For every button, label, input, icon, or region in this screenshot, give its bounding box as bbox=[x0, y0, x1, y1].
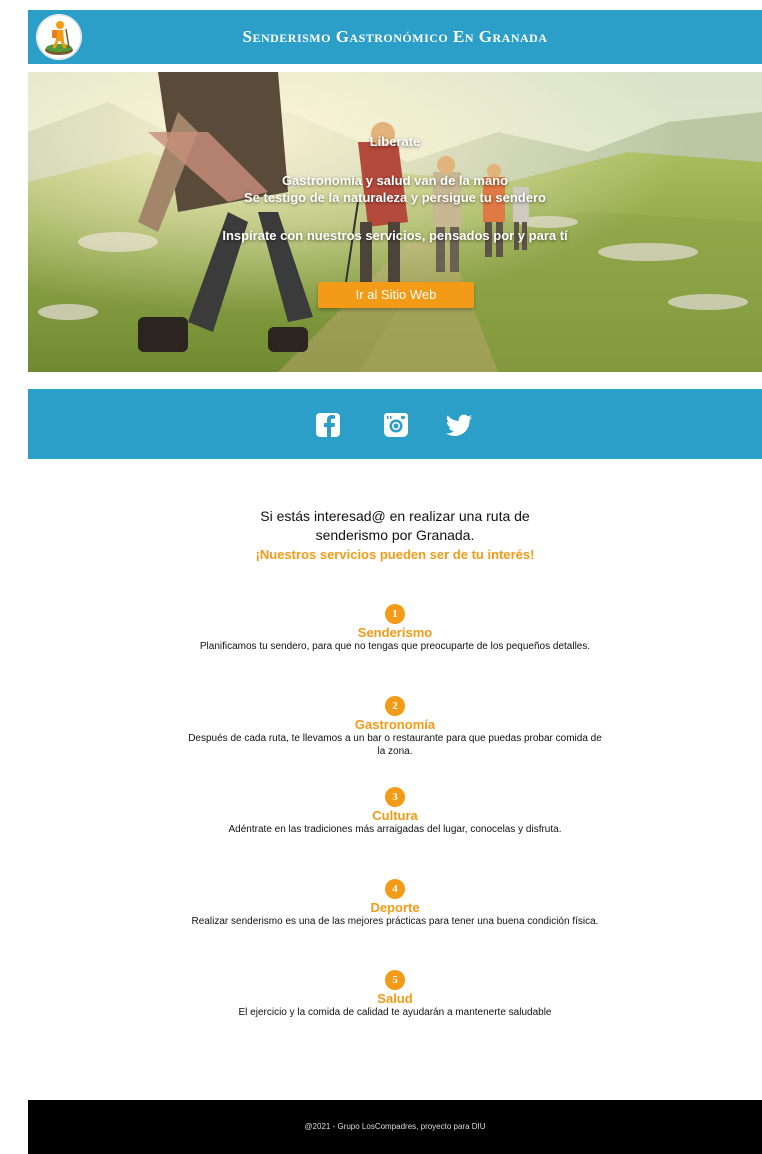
service-number-badge: 4 bbox=[385, 879, 405, 899]
site-footer: @2021 - Grupo LosCompadres, proyecto par… bbox=[28, 1100, 762, 1154]
hero-headline: Liberate bbox=[369, 134, 421, 149]
service-title: Senderismo bbox=[357, 625, 433, 640]
service-description: Después de cada ruta, te llevamos a un b… bbox=[188, 733, 602, 757]
left-margin bbox=[0, 0, 29, 1154]
service-item: 1 Senderismo Planificamos tu sendero, pa… bbox=[188, 604, 602, 653]
service-item: 4 Deporte Realizar senderismo es una de … bbox=[188, 879, 602, 928]
service-item: 3 Cultura Adéntrate en las tradiciones m… bbox=[188, 787, 602, 836]
twitter-icon[interactable] bbox=[444, 411, 472, 439]
service-description: Planificamos tu sendero, para que no ten… bbox=[199, 641, 591, 652]
service-title: Salud bbox=[377, 991, 413, 1006]
hero-banner: Liberate Gastronomía y salud van de la m… bbox=[28, 72, 762, 372]
service-number-badge: 2 bbox=[385, 696, 405, 716]
service-title: Gastronomía bbox=[354, 717, 436, 732]
page: Senderismo Gastronómico En Granada Liber… bbox=[28, 0, 762, 1154]
service-number-badge: 1 bbox=[385, 604, 405, 624]
service-number-badge: 3 bbox=[385, 787, 405, 807]
hero-line-nature: Se testigo de la naturaleza y persigue t… bbox=[244, 190, 546, 205]
service-description: Realizar senderismo es una de las mejore… bbox=[191, 916, 599, 927]
hero-line-gastronomy: Gastronomía y salud van de la mano bbox=[281, 173, 509, 188]
hero-line-inspire: Inspírate con nuestros servicios, pensad… bbox=[222, 228, 568, 243]
social-bar bbox=[28, 389, 762, 459]
site-header: Senderismo Gastronómico En Granada bbox=[28, 10, 762, 64]
footer-credits: @2021 - Grupo LosCompadres, proyecto par… bbox=[304, 1122, 486, 1131]
facebook-icon[interactable] bbox=[314, 411, 342, 439]
intro-accent: ¡Nuestros servicios pueden ser de tu int… bbox=[255, 547, 535, 562]
intro-line-1: Si estás interesad@ en realizar una ruta… bbox=[260, 508, 530, 524]
service-description: El ejercicio y la comida de calidad te a… bbox=[238, 1007, 552, 1018]
go-to-website-button[interactable]: Ir al Sitio Web bbox=[318, 282, 474, 308]
service-number-badge: 5 bbox=[385, 970, 405, 990]
service-title: Cultura bbox=[372, 808, 418, 823]
site-title: Senderismo Gastronómico En Granada bbox=[242, 27, 548, 46]
intro-text: Si estás interesad@ en realizar una ruta… bbox=[28, 507, 762, 564]
intro-line-2: senderismo por Granada. bbox=[315, 527, 475, 543]
service-item: 2 Gastronomía Después de cada ruta, te l… bbox=[188, 696, 602, 758]
instagram-icon[interactable] bbox=[382, 411, 410, 439]
service-item: 5 Salud El ejercicio y la comida de cali… bbox=[188, 970, 602, 1019]
service-description: Adéntrate en las tradiciones más arraiga… bbox=[228, 824, 562, 835]
service-title: Deporte bbox=[370, 900, 420, 915]
hiking-scene-image bbox=[28, 72, 762, 372]
